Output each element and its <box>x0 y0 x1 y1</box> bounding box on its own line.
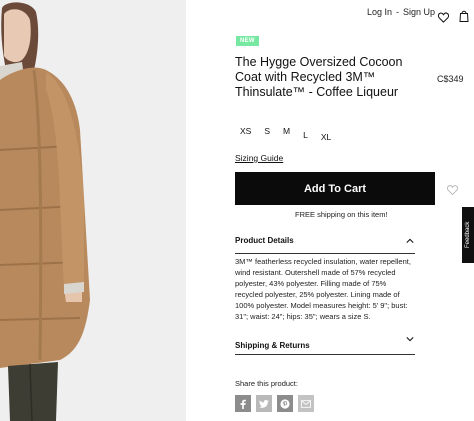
twitter-icon[interactable] <box>256 395 272 412</box>
size-option-xs[interactable]: XS <box>240 126 251 142</box>
size-option-s[interactable]: S <box>264 126 270 142</box>
details-divider <box>235 253 415 254</box>
sizing-guide-link[interactable]: Sizing Guide <box>235 153 283 163</box>
shipping-returns-heading[interactable]: Shipping & Returns <box>235 341 413 350</box>
size-option-xl[interactable]: XL <box>321 132 331 142</box>
free-shipping-note: FREE shipping on this item! <box>295 210 388 219</box>
product-photo <box>0 2 90 421</box>
feedback-tab[interactable]: Feedback <box>462 207 474 263</box>
add-to-cart-button[interactable]: Add To Cart <box>235 172 435 205</box>
size-option-m[interactable]: M <box>283 126 290 142</box>
signup-link[interactable]: Sign Up <box>403 7 435 17</box>
account-divider: - <box>396 7 400 17</box>
product-details-text: 3M™ featherless recycled insulation, wat… <box>235 257 411 321</box>
size-selector: XS S M L XL <box>240 126 344 142</box>
shopping-bag-icon[interactable] <box>459 10 469 22</box>
share-icons <box>235 395 314 412</box>
facebook-icon[interactable] <box>235 395 251 412</box>
share-label: Share this product: <box>235 379 298 388</box>
account-links: Log In - Sign Up <box>367 7 435 17</box>
wishlist-heart-icon[interactable] <box>447 185 458 195</box>
product-title: The Hygge Oversized Cocoon Coat with Rec… <box>235 55 403 99</box>
product-details-heading[interactable]: Product Details <box>235 236 413 245</box>
new-badge: NEW <box>236 36 259 46</box>
heart-icon[interactable] <box>438 12 449 23</box>
chevron-up-icon[interactable] <box>406 238 414 244</box>
shipping-divider <box>235 354 415 355</box>
chevron-down-icon[interactable] <box>406 336 414 342</box>
login-link[interactable]: Log In <box>367 7 392 17</box>
email-icon[interactable] <box>298 395 314 412</box>
pinterest-icon[interactable] <box>277 395 293 412</box>
size-option-l[interactable]: L <box>303 130 308 142</box>
product-price: C$349 <box>437 74 464 84</box>
